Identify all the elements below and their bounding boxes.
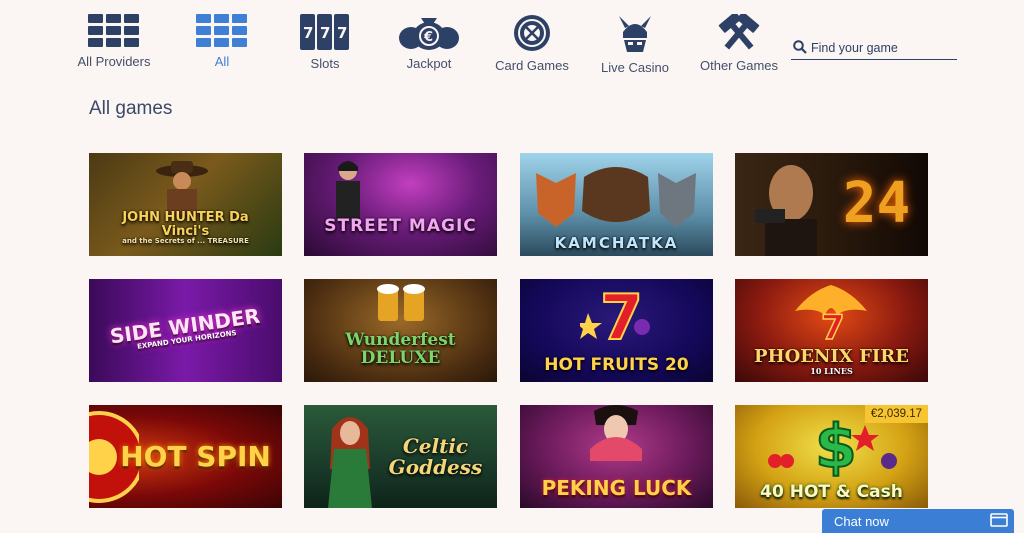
game-subtitle: and the Secrets of ... TREASURE: [122, 237, 249, 246]
game-tile-24[interactable]: 24: [735, 153, 928, 256]
game-tile-side-winder[interactable]: SIDE WINDER EXPAND YOUR HORIZONS: [89, 279, 282, 382]
game-tile-phoenix-fire[interactable]: 7 PHOENIX FIRE 10 LINES: [735, 279, 928, 382]
category-label: Slots: [310, 56, 340, 71]
svg-text:7: 7: [303, 24, 313, 42]
category-slots[interactable]: 777 Slots: [270, 14, 380, 71]
game-title: PEKING LUCK: [541, 476, 692, 500]
category-label: Card Games: [495, 58, 569, 73]
category-label: Jackpot: [406, 56, 452, 71]
svg-text:€: €: [423, 30, 433, 45]
game-title: KAMCHATKA: [554, 233, 679, 252]
jackpot-badge: €2,039.17: [864, 405, 928, 423]
game-tile-hot-fruits-20[interactable]: 7 HOT FRUITS 20: [520, 279, 713, 382]
game-tile-john-hunter[interactable]: JOHN HUNTER Da Vinci's and the Secrets o…: [89, 153, 282, 256]
category-other-games[interactable]: Other Games: [684, 14, 794, 73]
game-title: PHOENIX FIRE: [754, 345, 909, 367]
window-icon: [990, 513, 1008, 527]
page-title: All games: [89, 98, 173, 119]
category-label: All Providers: [77, 54, 151, 69]
slots-777-icon: 777: [300, 14, 349, 50]
category-label: Other Games: [699, 58, 779, 73]
character-art: [156, 161, 208, 217]
seven-fruits-art: 7: [580, 283, 650, 343]
category-live-casino[interactable]: Live Casino: [580, 14, 690, 75]
chat-now-button[interactable]: Chat now: [822, 509, 1014, 533]
roulette-wheel-icon: [514, 15, 550, 51]
search-icon: [793, 40, 807, 54]
game-tile-kamchatka[interactable]: KAMCHATKA: [520, 153, 713, 256]
game-title: JOHN HUNTER Da Vinci's: [122, 210, 249, 239]
crossed-hammers-icon: [718, 14, 760, 50]
game-tile-hot-spin[interactable]: HOT SPIN: [89, 405, 282, 508]
game-title: Celtic Goddess: [388, 433, 483, 479]
svg-text:$: $: [815, 412, 857, 477]
game-tile-street-magic[interactable]: STREET MAGIC: [304, 153, 497, 256]
character-art: [755, 165, 817, 256]
game-tile-40-hot-and-cash[interactable]: $ 40 HOT & Cash €2,039.17: [735, 405, 928, 508]
category-label: Live Casino: [601, 60, 669, 75]
animals-art: [536, 167, 696, 227]
category-all[interactable]: All: [167, 14, 277, 69]
svg-text:7: 7: [600, 283, 643, 343]
svg-text:7: 7: [337, 24, 347, 42]
game-title: HOT SPIN: [120, 439, 271, 473]
game-title: STREET MAGIC: [324, 215, 477, 236]
game-title: HOT FRUITS 20: [544, 354, 689, 375]
beer-mugs-art: [377, 284, 425, 321]
game-title: 40 HOT & Cash: [760, 481, 903, 502]
game-search: [791, 38, 957, 60]
game-tile-peking-luck[interactable]: PEKING LUCK: [520, 405, 713, 508]
category-label: All: [214, 54, 230, 69]
chat-label: Chat now: [834, 514, 889, 529]
svg-text:7: 7: [821, 308, 845, 341]
category-all-providers[interactable]: All Providers: [59, 14, 169, 69]
game-subtitle: 10 LINES: [810, 365, 853, 376]
phoenix-art: 7: [795, 285, 867, 341]
character-art: [336, 161, 360, 219]
viking-helmet-icon: [619, 16, 651, 52]
money-bag-euro-icon: €: [399, 18, 459, 50]
game-tile-celtic-goddess[interactable]: Celtic Goddess: [304, 405, 497, 508]
game-title: Wunderfest DELUXE: [345, 329, 456, 368]
character-art: [590, 405, 642, 461]
game-title: 24: [842, 171, 911, 237]
category-nav: All Providers All 777 Slots € Jackpot Ca…: [0, 0, 1024, 90]
game-tile-wunderfest-deluxe[interactable]: Wunderfest DELUXE: [304, 279, 497, 382]
category-jackpot[interactable]: € Jackpot: [374, 14, 484, 71]
grid-icon: [88, 14, 139, 47]
search-input[interactable]: [811, 38, 951, 58]
svg-text:7: 7: [320, 24, 330, 42]
category-card-games[interactable]: Card Games: [477, 14, 587, 73]
character-art: [328, 417, 372, 508]
grid-icon: [196, 14, 247, 47]
